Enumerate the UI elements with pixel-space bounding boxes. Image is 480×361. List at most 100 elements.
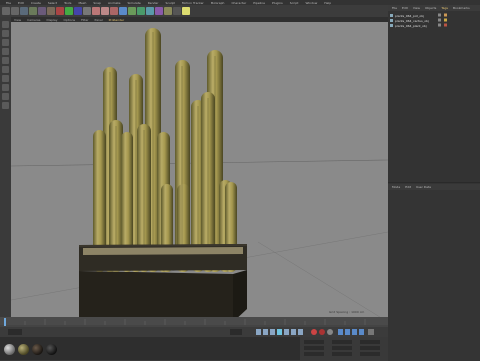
menu-item-edit[interactable]: Edit [18,1,24,5]
menu-item-pipeline[interactable]: Pipeline [253,1,265,5]
size-x-field[interactable] [332,340,352,344]
position-z-field[interactable] [304,352,324,356]
next-frame-icon[interactable] [284,329,289,335]
material-swatch[interactable] [32,344,43,355]
record-icon[interactable] [311,329,317,335]
material-swatch[interactable] [18,344,29,355]
position-y-field[interactable] [304,346,324,350]
visibility-dot-icon[interactable] [438,13,441,17]
menu-item-script[interactable]: Script [290,1,299,5]
timeline-ruler[interactable] [0,317,388,327]
visibility-dot-icon[interactable] [438,23,441,27]
viewport-menu-filter[interactable]: Filter [81,18,88,22]
menu-item-animate[interactable]: Animate [108,1,121,5]
points-mode-icon[interactable] [2,48,9,55]
go-to-end-icon[interactable] [298,329,303,335]
material-swatch[interactable] [4,344,15,355]
redo-icon[interactable] [11,7,19,15]
viewport-menu-panel[interactable]: Panel [95,18,103,22]
subdivision-icon[interactable] [137,7,145,15]
tab-user-data[interactable]: User Data [416,185,431,189]
tab-file[interactable]: File [392,6,397,10]
texture-mode-icon[interactable] [2,39,9,46]
menu-item-snap[interactable]: Snap [93,1,101,5]
coordinate-system-icon[interactable] [83,7,91,15]
previous-key-icon[interactable] [263,329,268,335]
rotation-h-field[interactable] [360,340,380,344]
rotate-icon[interactable] [47,7,55,15]
menu-item-simulate[interactable]: Simulate [128,1,141,5]
tab-edit[interactable]: Edit [402,6,408,10]
undo-icon[interactable] [2,7,10,15]
pen-icon[interactable] [128,7,136,15]
polygons-mode-icon[interactable] [2,66,9,73]
render-picture-viewer-icon[interactable] [101,7,109,15]
tab-edit[interactable]: Edit [405,185,411,189]
end-frame-field[interactable] [230,329,242,335]
key-rotation-icon[interactable] [352,329,357,335]
cactus-model[interactable] [93,28,237,272]
material-tag-icon[interactable] [444,13,447,17]
size-y-field[interactable] [332,346,352,350]
scale-icon[interactable] [38,7,46,15]
current-frame-field[interactable] [8,329,22,335]
move-icon[interactable] [29,7,37,15]
material-tag-icon[interactable] [444,23,447,27]
3d-viewport[interactable]: Grid Spacing : 1000 cm [11,22,388,317]
camera-icon[interactable] [173,7,181,15]
x-axis-icon[interactable] [56,7,64,15]
floor-icon[interactable] [164,7,172,15]
pot-model[interactable] [79,244,247,317]
menu-item-file[interactable]: File [6,1,11,5]
snapping-icon[interactable] [2,84,9,91]
tab-tags[interactable]: Tags [441,6,448,10]
timeline-settings-icon[interactable] [368,329,374,335]
play-icon[interactable] [277,329,282,335]
menu-item-sculpt[interactable]: Sculpt [165,1,174,5]
deformer-icon[interactable] [155,7,163,15]
render-view-icon[interactable] [92,7,100,15]
size-z-field[interactable] [332,352,352,356]
next-key-icon[interactable] [291,329,296,335]
material-swatch[interactable] [46,344,57,355]
tab-objects[interactable]: Objects [425,6,436,10]
menu-item-create[interactable]: Create [31,1,41,5]
position-x-field[interactable] [304,340,324,344]
viewport-menu-cameras[interactable]: Cameras [27,18,40,22]
viewport-menu-display[interactable]: Display [46,18,57,22]
menu-item-plugins[interactable]: Plugins [272,1,283,5]
viewport-menu-options[interactable]: Options [64,18,76,22]
menu-item-tools[interactable]: Tools [64,1,71,5]
menu-item-mesh[interactable]: Mesh [78,1,86,5]
menu-item-help[interactable]: Help [324,1,331,5]
menu-item-character[interactable]: Character [231,1,246,5]
cloner-icon[interactable] [146,7,154,15]
previous-frame-icon[interactable] [270,329,275,335]
locked-workplane-icon[interactable] [2,102,9,109]
rotation-p-field[interactable] [360,346,380,350]
live-select-icon[interactable] [20,7,28,15]
visibility-dot-icon[interactable] [438,18,441,22]
light-icon[interactable] [182,7,190,15]
axis-mode-icon[interactable] [2,75,9,82]
tab-mode[interactable]: Mode [392,185,400,189]
autokey-icon[interactable] [319,329,325,335]
menu-item-window[interactable]: Window [305,1,317,5]
key-scale-icon[interactable] [345,329,350,335]
tab-view[interactable]: View [413,6,420,10]
menu-item-select[interactable]: Select [48,1,57,5]
make-editable-icon[interactable] [2,21,9,28]
cube-icon[interactable] [119,7,127,15]
keyframe-selection-icon[interactable] [327,329,333,335]
y-axis-icon[interactable] [65,7,73,15]
menu-item-render[interactable]: Render [148,1,159,5]
viewport-menu-view[interactable]: View [14,18,21,22]
playhead[interactable] [4,318,6,326]
edges-mode-icon[interactable] [2,57,9,64]
key-position-icon[interactable] [338,329,343,335]
key-parameter-icon[interactable] [359,329,364,335]
workplane-icon[interactable] [2,93,9,100]
go-to-start-icon[interactable] [256,329,261,335]
viewport-menu-prorender[interactable]: ProRender [109,18,124,22]
rotation-b-field[interactable] [360,352,380,356]
